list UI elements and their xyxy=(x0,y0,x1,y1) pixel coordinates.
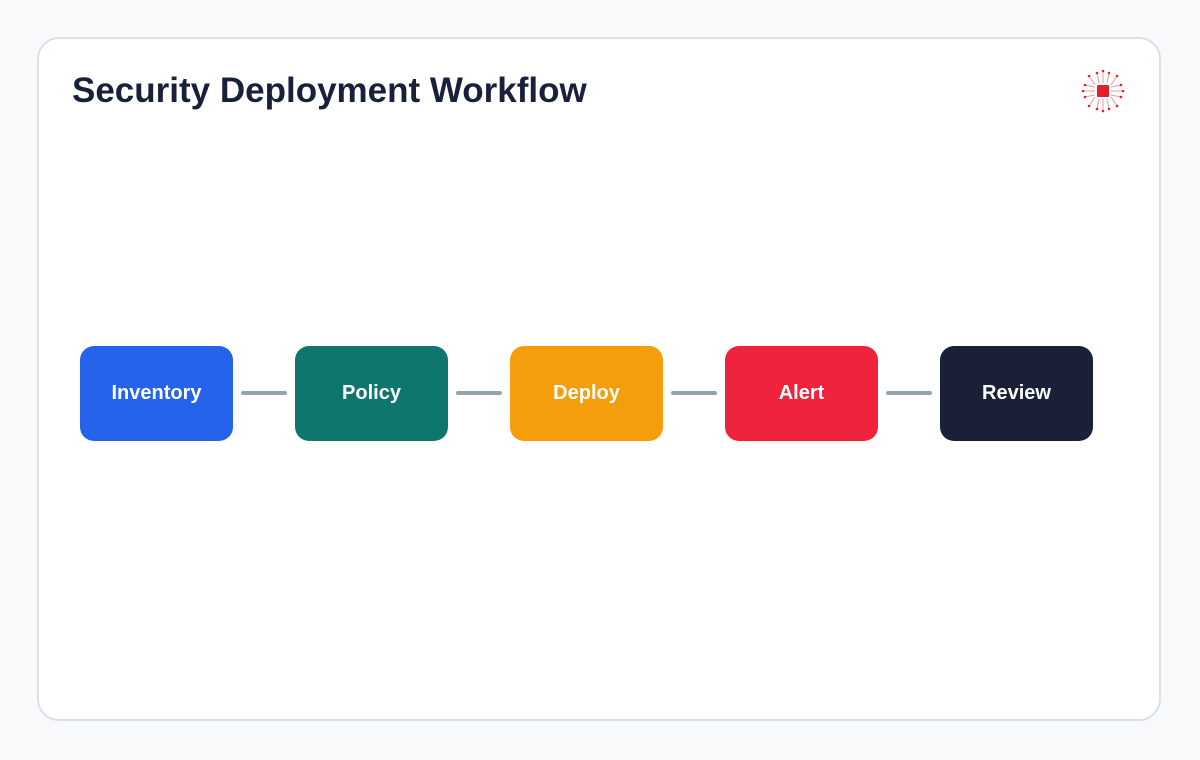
step-alert[interactable]: Alert xyxy=(725,346,878,441)
connector xyxy=(671,391,717,395)
connector xyxy=(241,391,287,395)
step-label: Review xyxy=(982,382,1051,404)
workflow-card: Security Deployment Workflow Inventory P… xyxy=(37,37,1161,721)
page-title: Security Deployment Workflow xyxy=(72,71,587,110)
step-deploy[interactable]: Deploy xyxy=(510,346,663,441)
circuit-chip-icon xyxy=(1081,69,1125,113)
step-inventory[interactable]: Inventory xyxy=(80,346,233,441)
step-label: Inventory xyxy=(111,382,202,404)
connector xyxy=(886,391,932,395)
step-policy[interactable]: Policy xyxy=(295,346,448,441)
step-label: Alert xyxy=(778,382,825,404)
connector xyxy=(456,391,502,395)
step-review[interactable]: Review xyxy=(940,346,1093,441)
step-label: Deploy xyxy=(553,382,620,404)
step-label: Policy xyxy=(342,382,401,404)
